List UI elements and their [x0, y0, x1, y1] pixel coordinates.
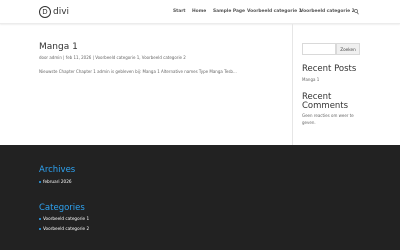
- bullet-icon: [39, 217, 41, 220]
- footer-category-item: Voorbeeld categorie 1: [39, 216, 89, 221]
- logo-text: divi: [53, 7, 70, 17]
- post-category-link-2[interactable]: Voorbeeld categorie 2: [142, 55, 186, 60]
- footer-category-item: Voorbeeld categorie 2: [39, 226, 89, 231]
- bullet-icon: [39, 180, 41, 183]
- footer-categories-title: Categories: [39, 203, 85, 213]
- site-header: D divi Start Home Sample Page Voorbeeld …: [0, 0, 400, 24]
- recent-comments-title-line-2: Comments: [302, 101, 349, 111]
- site-logo[interactable]: D divi: [39, 5, 69, 19]
- post-date: feb 11, 2026: [65, 55, 92, 60]
- logo-mark: D: [39, 6, 51, 18]
- post-author-link[interactable]: admin: [49, 55, 62, 60]
- footer-category-link-2[interactable]: Voorbeeld categorie 2: [43, 226, 89, 231]
- footer-archive-link[interactable]: februari 2026: [43, 179, 72, 184]
- site-footer: Archives februari 2026 Categories Voorbe…: [0, 145, 400, 250]
- footer-archives-title: Archives: [39, 165, 76, 175]
- search-input[interactable]: [302, 43, 336, 55]
- post-excerpt: Nieuwste Chapter Chapter 1 admin is gebl…: [39, 69, 237, 74]
- footer-category-link-1[interactable]: Voorbeeld categorie 1: [43, 216, 89, 221]
- search-button[interactable]: Zoeken: [336, 43, 360, 55]
- nav-item-start[interactable]: Start: [173, 9, 186, 14]
- nav-item-home[interactable]: Home: [192, 9, 206, 14]
- recent-post-link[interactable]: Manga 1: [302, 77, 319, 82]
- recent-posts-title: Recent Posts: [302, 64, 357, 74]
- nav-item-voorbeeld-categorie-2[interactable]: Voorbeeld categorie 2: [300, 9, 355, 14]
- post-meta-prefix: door: [39, 55, 50, 60]
- recent-comments-empty: Geen reacties om weer te geven.: [302, 113, 354, 125]
- post-category-link-1[interactable]: Voorbeeld categorie 1: [95, 55, 139, 60]
- post-meta: door admin | feb 11, 2026 | Voorbeeld ca…: [39, 55, 186, 60]
- footer-archive-item: februari 2026: [39, 179, 72, 184]
- post-title[interactable]: Manga 1: [39, 42, 78, 52]
- bullet-icon: [39, 227, 41, 230]
- sidebar-divider: [292, 24, 293, 145]
- nav-item-voorbeeld-categorie-1[interactable]: Voorbeeld categorie 1: [247, 9, 302, 14]
- search-icon[interactable]: [354, 9, 359, 15]
- nav-item-sample-page[interactable]: Sample Page: [213, 9, 245, 14]
